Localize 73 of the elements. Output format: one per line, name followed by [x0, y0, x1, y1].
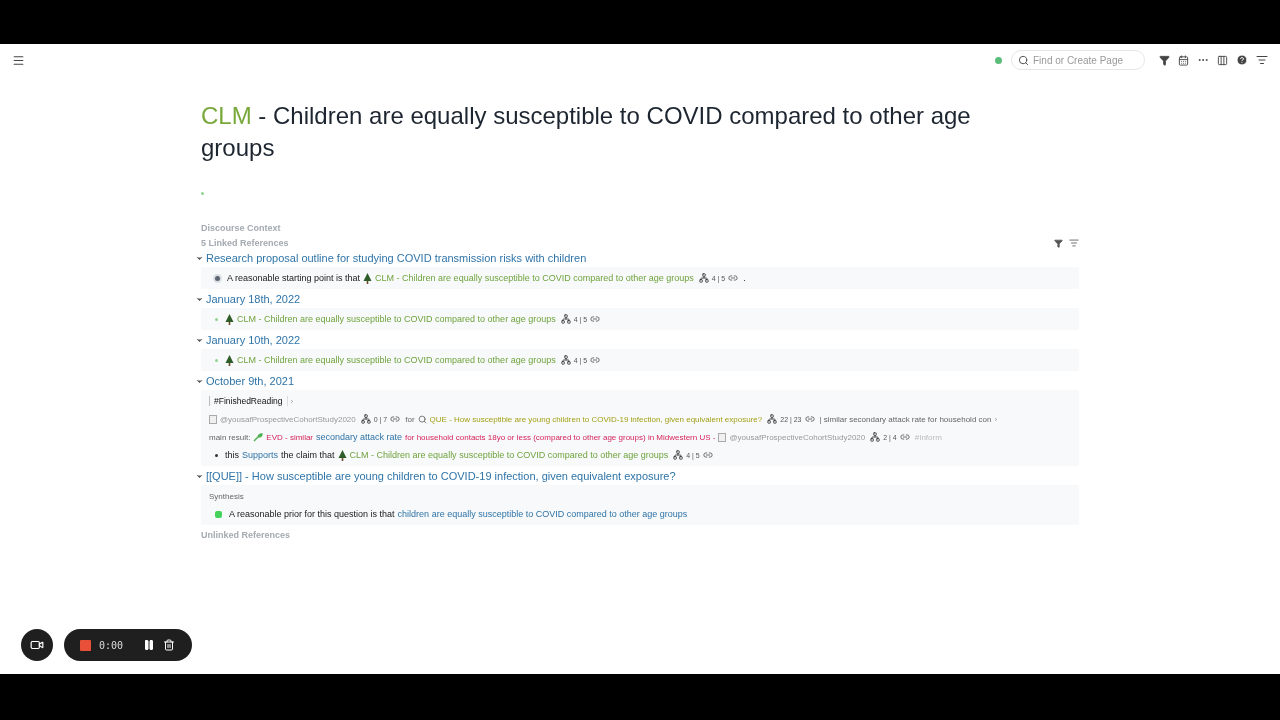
hierarchy-icon: [360, 414, 371, 424]
page-link[interactable]: [[QUE]] - How susceptible are young children to COVID-19 infection, given equivalent exposure?: [206, 470, 676, 482]
tree-icon: [337, 449, 347, 461]
page-link[interactable]: January 10th, 2022: [206, 334, 301, 346]
bullet-dot[interactable]: [215, 317, 218, 321]
tree-icon: [225, 313, 234, 325]
sprout-icon: [253, 432, 264, 442]
source-link[interactable]: @yousafProspectiveCohortStudy2020: [220, 414, 356, 424]
evidence-link[interactable]: for household contacts 18yo or less (compared to other age groups) in Midwestern US -: [405, 432, 716, 442]
bullet-dot[interactable]: [215, 358, 218, 362]
evidence-link[interactable]: EVD - similar: [266, 432, 314, 442]
hierarchy-icon: [673, 450, 684, 460]
block-text: A reasonable prior for this question is that: [229, 509, 395, 519]
search-icon: [1018, 54, 1029, 66]
search-icon: [417, 414, 427, 424]
hierarchy-icon: [767, 414, 778, 424]
claim-link[interactable]: CLM - Children are equally susceptible to COVID compared to other age groups: [349, 450, 669, 460]
page-link[interactable]: secondary attack rate: [316, 432, 403, 442]
section-label: Discourse Context: [201, 223, 282, 233]
block-text: for: [405, 414, 415, 424]
link-icon[interactable]: [804, 414, 815, 424]
link-icon[interactable]: [702, 450, 713, 460]
recording-time: 0:00: [99, 639, 124, 651]
stop-button[interactable]: [80, 639, 91, 651]
page-title: CLM - Children are equally susceptible to COVID compared to other age groups: [201, 101, 972, 163]
block-text: A reasonable starting point is that: [227, 273, 361, 283]
filter-icon[interactable]: [1159, 54, 1170, 66]
claim-link[interactable]: CLM - Children are equally susceptible to COVID compared to other age groups: [375, 273, 694, 283]
menu-icon[interactable]: [12, 53, 25, 67]
page-link[interactable]: January 18th, 2022: [206, 293, 301, 305]
chevron-icon[interactable]: ›: [994, 414, 998, 424]
page-link[interactable]: children are equally susceptible to COVID compared to other age groups: [397, 509, 688, 519]
page-link[interactable]: Supports: [242, 450, 279, 460]
claim-link[interactable]: CLM - Children are equally susceptible to COVID compared to other age groups: [237, 355, 556, 365]
pause-button[interactable]: [143, 639, 156, 651]
source-link[interactable]: @yousafProspectiveCohortStudy2020: [729, 432, 866, 442]
block-text: the claim that: [281, 450, 335, 460]
block-text: | similar secondary attack rate for household con: [819, 414, 992, 424]
chevron-icon[interactable]: ›: [290, 396, 294, 406]
hierarchy-icon: [698, 273, 709, 283]
link-icon[interactable]: [899, 432, 910, 442]
question-link[interactable]: QUE - How susceptible are young children to COVID-19 infection, given equivalent exposure?: [429, 414, 763, 424]
camera-button[interactable]: [21, 629, 53, 661]
link-icon[interactable]: [590, 355, 601, 365]
video-camera-icon: [30, 638, 44, 652]
bullet-dot[interactable]: [215, 275, 220, 281]
block-text: .: [743, 273, 746, 283]
page-link[interactable]: October 9th, 2021: [206, 375, 295, 387]
section-label: 5 Linked References: [201, 238, 289, 248]
page-link[interactable]: Research proposal outline for studying COVID transmission risks with children: [206, 252, 587, 264]
bullet-dot[interactable]: [215, 453, 218, 457]
claim-link[interactable]: CLM - Children are equally susceptible to COVID compared to other age groups: [237, 314, 556, 324]
sidebar-icon[interactable]: [1217, 54, 1228, 66]
document-icon: [718, 432, 727, 442]
block-text: Synthesis: [209, 491, 244, 501]
link-icon[interactable]: [590, 314, 601, 324]
hierarchy-icon: [870, 432, 881, 442]
link-icon[interactable]: [728, 273, 739, 283]
section-label: Unlinked References: [201, 530, 292, 540]
bullet-dot: [201, 192, 204, 195]
block-text: this: [225, 450, 239, 460]
link-icon[interactable]: [390, 414, 401, 424]
help-icon[interactable]: [1236, 54, 1248, 66]
calendar-icon[interactable]: [1178, 54, 1189, 66]
hierarchy-icon: [560, 355, 571, 365]
hierarchy-icon: [560, 314, 571, 324]
outline-icon[interactable]: [1256, 54, 1268, 66]
tree-icon: [363, 272, 373, 284]
document-icon: [209, 414, 217, 424]
block-text: main result:: [209, 432, 251, 442]
tree-icon: [225, 354, 234, 366]
delete-button[interactable]: [163, 639, 176, 651]
filter-icon[interactable]: [1054, 238, 1063, 248]
